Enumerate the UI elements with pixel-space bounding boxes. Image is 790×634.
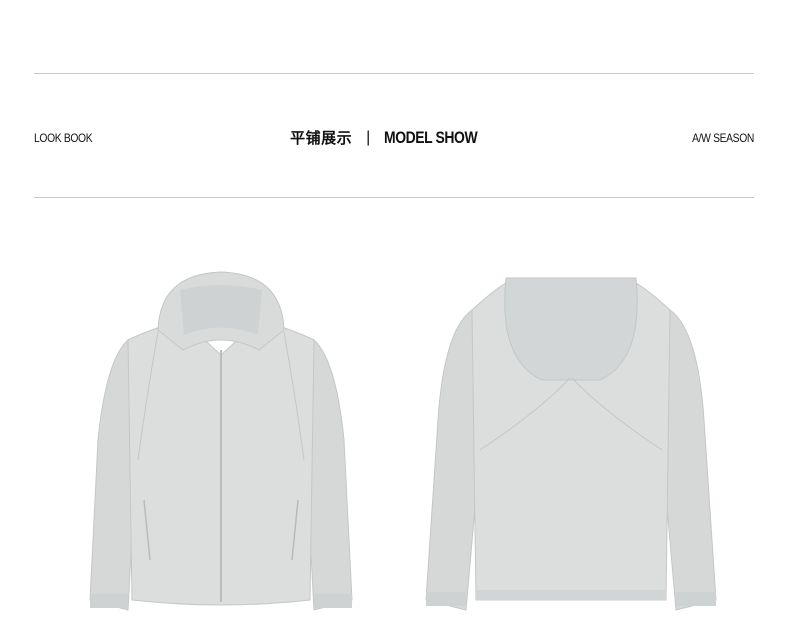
title-separator: | [366,129,371,146]
season-label: A/W SEASON [692,131,754,145]
hooded-jacket-back-icon [425,277,717,611]
jacket-back-image [420,260,722,620]
top-divider [34,73,754,74]
jacket-front-image [88,260,354,620]
hooded-jacket-front-icon [89,271,353,611]
section-banner: LOOK BOOK 平铺展示 | MODEL SHOW A/W SEASON [34,124,754,152]
bottom-divider [34,197,754,198]
title-chinese: 平铺展示 [290,129,353,147]
title-english: MODEL SHOW [384,128,478,147]
section-title: 平铺展示 | MODEL SHOW [34,124,754,152]
